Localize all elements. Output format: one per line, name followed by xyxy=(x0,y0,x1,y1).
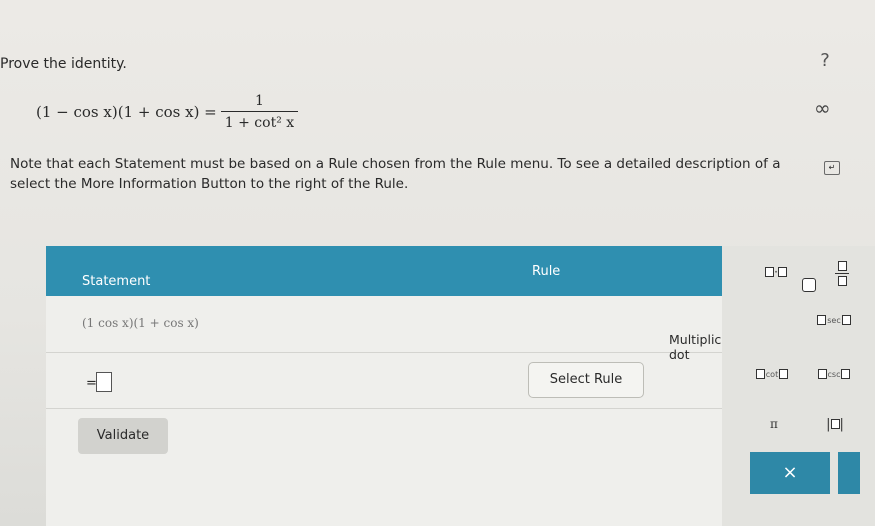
instruction-line-1: Note that each Statement must be based o… xyxy=(10,156,781,172)
pi-button[interactable]: π xyxy=(762,414,786,434)
validate-button[interactable]: Validate xyxy=(78,418,168,454)
cot-label: cot xyxy=(765,369,779,379)
placeholder-icon xyxy=(837,260,847,271)
csc-label: csc xyxy=(827,369,841,379)
select-rule-button[interactable]: Select Rule xyxy=(528,362,644,398)
instruction-note: Note that each Statement must be based o… xyxy=(10,154,780,194)
identity-denominator: 1 + cot² x xyxy=(220,111,299,131)
table-header: Statement Rule xyxy=(46,246,722,296)
more-info-icon[interactable]: ↵ xyxy=(824,161,840,175)
multiplication-dot-button[interactable]: · xyxy=(756,262,796,282)
identity-fraction: 1 1 + cot² x xyxy=(220,93,299,131)
cot-button[interactable]: cot xyxy=(752,364,792,384)
csc-button[interactable]: csc xyxy=(814,364,854,384)
placeholder-icon xyxy=(837,275,847,286)
cursor-hand-icon xyxy=(802,278,816,292)
sec-button[interactable]: sec xyxy=(814,310,854,330)
placeholder-icon xyxy=(755,369,765,379)
page: Prove the identity. ? ∞ (1 − cos x)(1 + … xyxy=(0,0,875,526)
instruction-line-2: select the More Information Button to th… xyxy=(10,176,409,192)
prompt-title: Prove the identity. xyxy=(0,56,127,72)
placeholder-icon xyxy=(830,419,840,429)
close-button[interactable]: × xyxy=(750,452,830,494)
placeholder-icon xyxy=(841,315,851,325)
placeholder-icon xyxy=(765,267,775,277)
fraction-button[interactable] xyxy=(828,258,856,288)
identity-lhs: (1 − cos x)(1 + cos x) = xyxy=(36,103,217,121)
proof-table: Statement Rule (1 cos x)(1 + cos x) Mult… xyxy=(46,246,753,526)
sec-label: sec xyxy=(827,315,841,325)
infinity-icon[interactable]: ∞ xyxy=(814,96,831,120)
table-row: (1 cos x)(1 + cos x) Multiplication dot xyxy=(46,296,753,362)
placeholder-icon xyxy=(841,369,851,379)
statement-header: Statement xyxy=(82,274,151,289)
abs-button[interactable]: | | xyxy=(818,414,852,434)
rule-header: Rule xyxy=(532,264,561,279)
table-row: = Select Rule xyxy=(46,352,722,409)
help-icon[interactable]: ? xyxy=(812,48,838,74)
placeholder-icon xyxy=(817,369,827,379)
placeholder-icon xyxy=(779,369,789,379)
placeholder-icon xyxy=(817,315,827,325)
fraction-bar xyxy=(835,272,849,274)
identity-expression: (1 − cos x)(1 + cos x) = 1 1 + cot² x xyxy=(36,84,299,140)
palette-side-button[interactable] xyxy=(838,452,860,494)
statement-row-1: (1 cos x)(1 + cos x) xyxy=(82,316,199,330)
identity-numerator: 1 xyxy=(255,93,264,109)
placeholder-icon xyxy=(777,267,787,277)
statement-input[interactable] xyxy=(96,372,112,392)
math-palette: · sec cot csc π | | × xyxy=(722,246,875,526)
